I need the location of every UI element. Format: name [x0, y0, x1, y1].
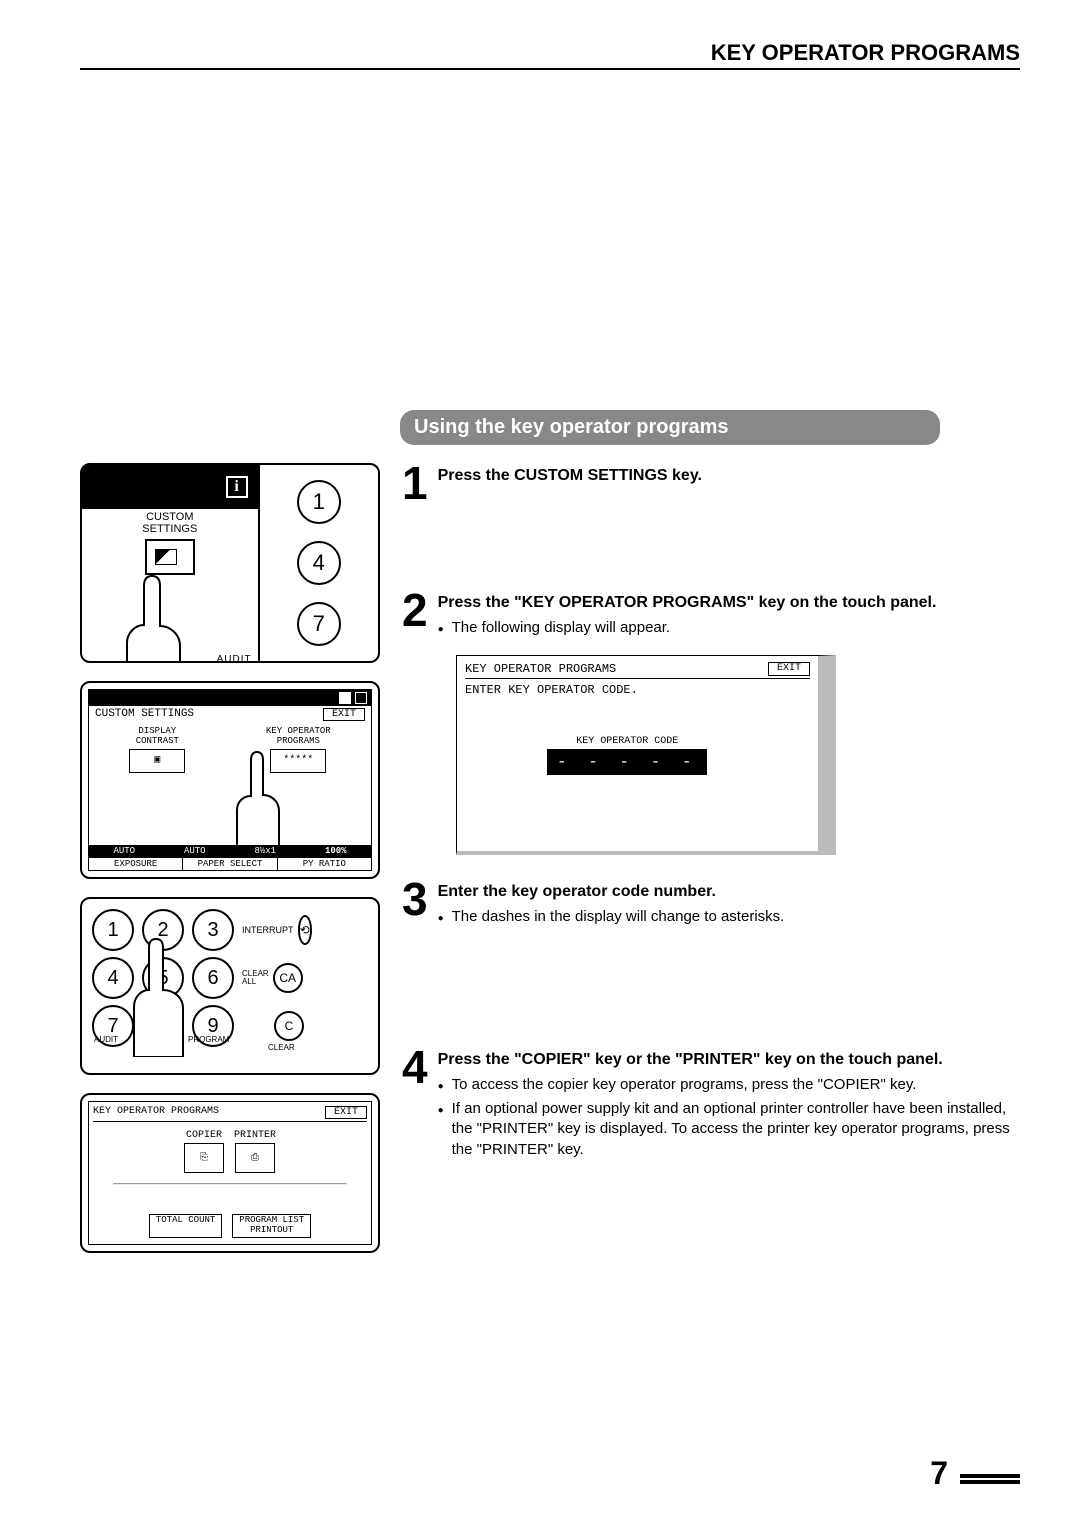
step-number: 3 [402, 879, 428, 931]
illustration-copier-printer-screen: KEY OPERATOR PROGRAMS EXIT COPIER ⎘ PRIN… [80, 1093, 380, 1253]
keypad-4: 4 [297, 541, 341, 585]
step-bullet: The following display will appear. [438, 618, 1020, 638]
keypad-1: 1 [297, 480, 341, 524]
program-label: PROGRAM [188, 1035, 229, 1044]
status-icon [339, 692, 351, 704]
key-6: 6 [192, 957, 234, 999]
clear-all-button: CA [273, 963, 303, 993]
interrupt-icon: ⟲ [298, 915, 313, 945]
step-number: 4 [402, 1047, 428, 1164]
divider [113, 1183, 347, 1185]
step-bullet: The dashes in the display will change to… [438, 907, 1020, 927]
screen-prompt: ENTER KEY OPERATOR CODE. [465, 683, 810, 697]
interrupt-label: INTERRUPT [242, 925, 294, 935]
finger-icon [229, 750, 289, 850]
step-number: 1 [402, 463, 428, 504]
illustration-custom-settings-key: i CUSTOM SETTINGS AUDIT 1 4 7 [80, 463, 380, 663]
step-bullet: If an optional power supply kit and an o… [438, 1099, 1020, 1160]
status-icon [355, 692, 367, 704]
clear-button: C [274, 1011, 304, 1041]
step-heading: Press the "COPIER" key or the "PRINTER" … [438, 1051, 1020, 1069]
step-number: 2 [402, 590, 428, 642]
page-number: 7 [930, 1455, 1020, 1492]
step-heading: Press the CUSTOM SETTINGS key. [438, 467, 1020, 485]
screen-key-operator-code: KEY OPERATOR PROGRAMS EXIT ENTER KEY OPE… [456, 655, 836, 855]
code-label: KEY OPERATOR CODE [547, 736, 707, 747]
illustration-numeric-keypad: 1 2 3 INTERRUPT⟲ 4 5 6 CLEAR ALLCA 7 8 9… [80, 897, 380, 1075]
paper-select-label: PAPER SELECT [183, 858, 277, 870]
clear-all-label: CLEAR ALL [242, 970, 269, 986]
info-icon: i [226, 476, 248, 498]
status-auto2: AUTO [160, 845, 231, 857]
status-auto: AUTO [89, 845, 160, 857]
key-operator-programs-label: KEY OPERATOR PROGRAMS [266, 727, 331, 747]
status-pct: 100% [301, 845, 372, 857]
program-list-printout-button: PROGRAM LIST PRINTOUT [232, 1214, 311, 1238]
step-heading: Enter the key operator code number. [438, 883, 1020, 901]
custom-settings-label: CUSTOM SETTINGS [82, 511, 258, 535]
code-dashes: - - - - - [547, 749, 707, 775]
display-contrast-label: DISPLAY CONTRAST [129, 727, 185, 747]
step-3: 3 Enter the key operator code number. Th… [402, 879, 1020, 931]
finger-icon [124, 937, 194, 1057]
step-heading: Press the "KEY OPERATOR PROGRAMS" key on… [438, 594, 1020, 612]
keypad-7: 7 [297, 602, 341, 646]
copier-icon: ⎘ [184, 1143, 224, 1173]
audit-label: AUDIT [217, 654, 252, 663]
screen-title: KEY OPERATOR PROGRAMS [93, 1106, 219, 1119]
display-contrast-icon: ▣ [129, 749, 185, 773]
py-ratio-label: PY RATIO [278, 858, 371, 870]
section-title-bar: Using the key operator programs [400, 410, 940, 445]
printer-icon: ⎙ [235, 1143, 275, 1173]
total-count-button: TOTAL COUNT [149, 1214, 222, 1238]
page-header: KEY OPERATOR PROGRAMS [80, 40, 1020, 70]
screen-title: CUSTOM SETTINGS [95, 708, 194, 721]
screen-title: KEY OPERATOR PROGRAMS [465, 662, 616, 676]
audit-label: AUDIT [94, 1035, 118, 1044]
clear-label: CLEAR [268, 1043, 295, 1052]
printer-label: PRINTER [234, 1130, 276, 1141]
exposure-label: EXPOSURE [89, 858, 183, 870]
illustration-touch-panel-custom-settings: CUSTOM SETTINGS EXIT DISPLAY CONTRAST ▣ … [80, 681, 380, 879]
key-3: 3 [192, 909, 234, 951]
exit-button: EXIT [768, 662, 810, 676]
step-4: 4 Press the "COPIER" key or the "PRINTER… [402, 1047, 1020, 1164]
step-bullet: To access the copier key operator progra… [438, 1075, 1020, 1095]
custom-settings-button [145, 539, 195, 575]
step-1: 1 Press the CUSTOM SETTINGS key. [402, 463, 1020, 504]
exit-button: EXIT [323, 708, 365, 721]
step-2: 2 Press the "KEY OPERATOR PROGRAMS" key … [402, 590, 1020, 642]
status-size: 8½x1 [230, 845, 301, 857]
copier-label: COPIER [184, 1130, 224, 1141]
finger-icon [112, 571, 202, 663]
exit-button: EXIT [325, 1106, 367, 1119]
